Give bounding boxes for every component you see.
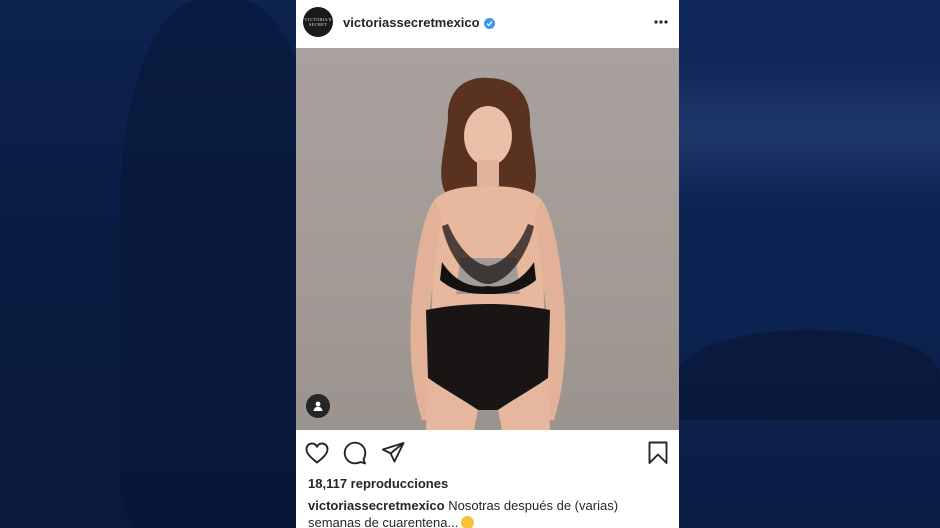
paper-plane-icon[interactable] bbox=[380, 440, 406, 466]
backdrop-figure-right bbox=[678, 330, 940, 420]
backdrop-figure-left bbox=[120, 0, 320, 528]
post-header: VICTORIA'S SECRET victoriassecretmexico bbox=[296, 0, 679, 44]
post-caption: victoriassecretmexico Nosotras después d… bbox=[308, 497, 668, 528]
woozy-face-emoji-icon bbox=[461, 516, 475, 528]
view-count[interactable]: 18,117 reproducciones bbox=[308, 476, 448, 491]
bookmark-icon[interactable] bbox=[645, 440, 671, 466]
backdrop-left bbox=[0, 0, 320, 528]
backdrop-waves bbox=[678, 60, 940, 200]
person-icon[interactable] bbox=[306, 394, 330, 418]
comment-bubble-icon[interactable] bbox=[342, 440, 368, 466]
action-bar bbox=[296, 440, 679, 466]
verified-badge-icon bbox=[483, 17, 495, 29]
backdrop-right bbox=[678, 0, 940, 528]
more-dots-icon[interactable] bbox=[651, 12, 671, 32]
post-username[interactable]: victoriassecretmexico bbox=[343, 15, 480, 30]
avatar[interactable]: VICTORIA'S SECRET bbox=[303, 7, 333, 37]
caption-text-line1: Nosotras después de (varias) bbox=[448, 498, 619, 513]
heart-icon[interactable] bbox=[304, 440, 330, 466]
post-video[interactable] bbox=[296, 48, 679, 430]
caption-username[interactable]: victoriassecretmexico bbox=[308, 498, 445, 513]
instagram-post: VICTORIA'S SECRET victoriassecretmexico bbox=[296, 0, 679, 528]
caption-text-line2: semanas de cuarentena... bbox=[308, 515, 459, 528]
video-frame-figure bbox=[410, 77, 566, 430]
